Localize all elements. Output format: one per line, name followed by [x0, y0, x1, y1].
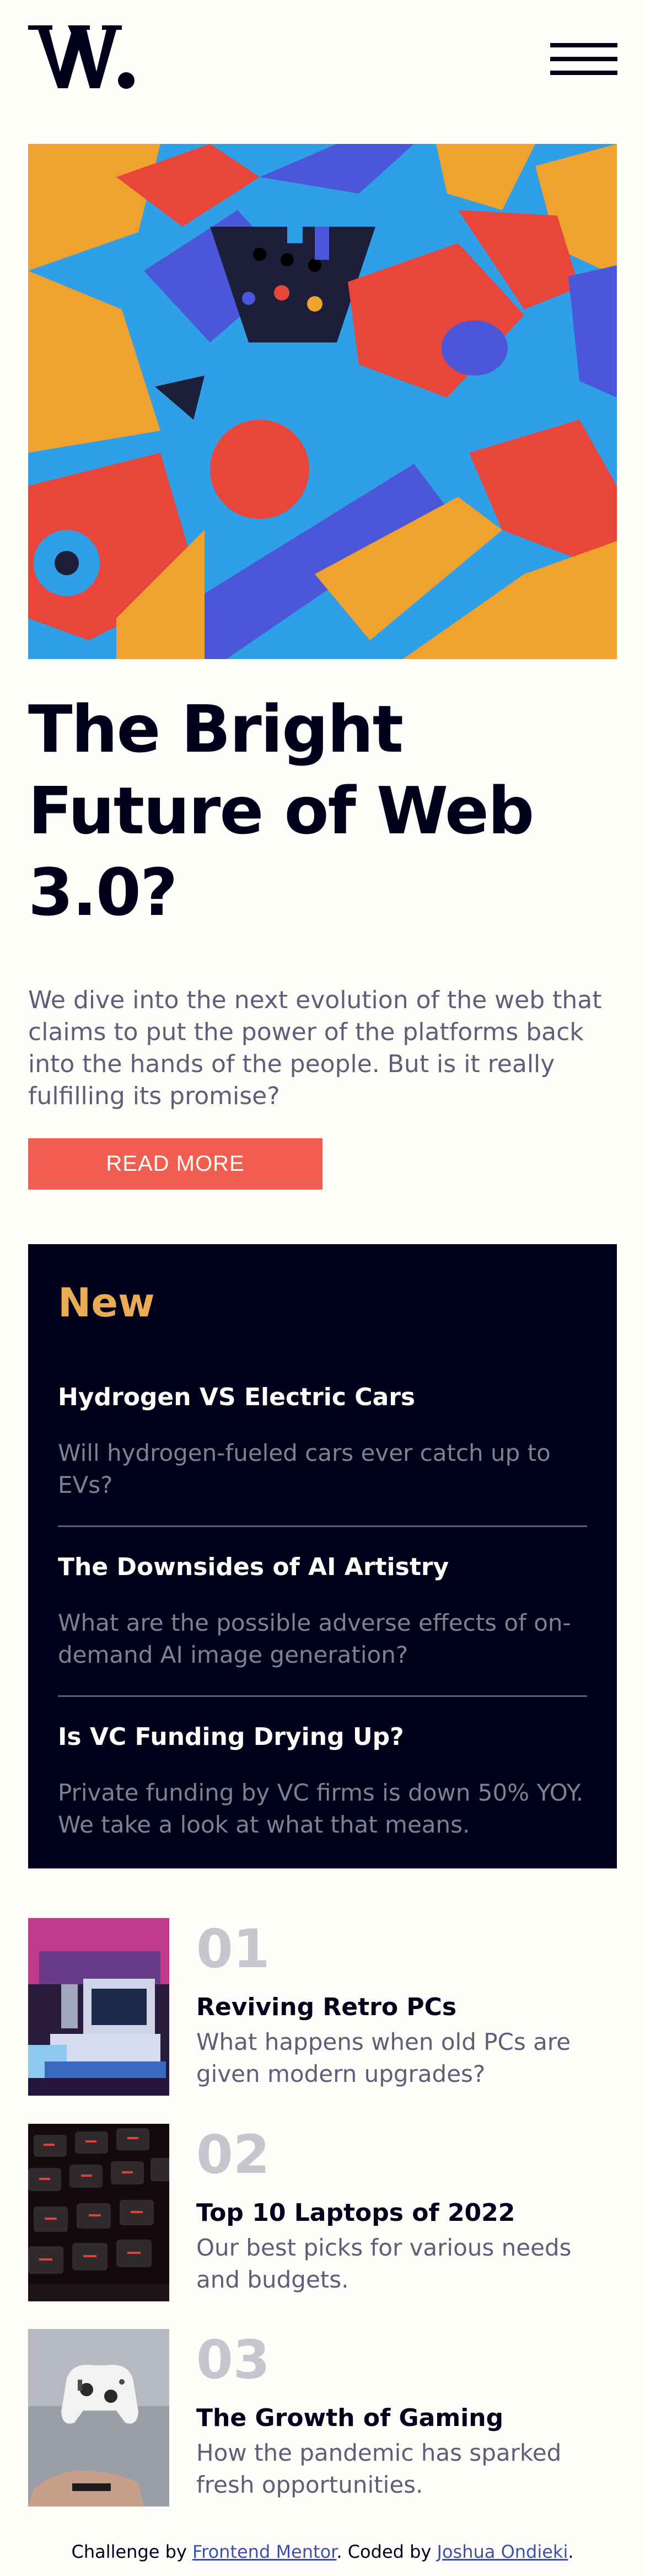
- article-number: 02: [196, 2124, 270, 2186]
- game-controller-photo: [28, 2329, 169, 2507]
- laptop-keyboard-photo: [28, 2124, 169, 2301]
- geometric-blocks-illustration: [28, 144, 617, 659]
- logo-icon[interactable]: [28, 22, 136, 92]
- article-title[interactable]: The Growth of Gaming: [196, 2403, 615, 2434]
- attribution: Challenge by Frontend Mentor. Coded by J…: [0, 2541, 645, 2562]
- new-item[interactable]: Hydrogen VS Electric Cars Will hydrogen-…: [58, 1382, 587, 1501]
- article-number: 01: [196, 1918, 270, 1980]
- new-item-text: Private funding by VC firms is down 50% …: [58, 1779, 584, 1838]
- new-articles-panel: New Hydrogen VS Electric Cars Will hydro…: [28, 1244, 617, 1868]
- new-item[interactable]: Is VC Funding Drying Up? Private funding…: [58, 1722, 587, 1841]
- new-item-text: What are the possible adverse effects of…: [58, 1609, 571, 1668]
- page-title: The Bright Future of Web 3.0?: [28, 691, 534, 930]
- article-thumbnail: [28, 1918, 169, 2096]
- article-title[interactable]: Reviving Retro PCs: [196, 1992, 615, 2023]
- attribution-prefix: Challenge by: [71, 2541, 193, 2562]
- author-link[interactable]: Joshua Ondieki: [437, 2541, 568, 2562]
- list-item: 03 The Growth of Gaming How the pandemic…: [28, 2329, 618, 2507]
- divider: [58, 1525, 587, 1527]
- hamburger-line: [550, 57, 617, 61]
- new-heading: New: [58, 1279, 155, 1326]
- new-item[interactable]: The Downsides of AI Artistry What are th…: [58, 1552, 587, 1671]
- attribution-suffix: .: [568, 2541, 574, 2562]
- new-item-text: Will hydrogen-fueled cars ever catch up …: [58, 1439, 551, 1498]
- retro-pc-photo: [28, 1918, 169, 2096]
- hero-description: We dive into the next evolution of the w…: [28, 986, 602, 1110]
- attribution-middle: . Coded by: [336, 2541, 437, 2562]
- article-text: Our best picks for various needs and bud…: [196, 2234, 572, 2293]
- new-item-title[interactable]: Is VC Funding Drying Up?: [58, 1722, 587, 1753]
- article-thumbnail: [28, 2329, 169, 2507]
- hero-image: [28, 144, 617, 659]
- list-item: 02 Top 10 Laptops of 2022 Our best picks…: [28, 2124, 618, 2301]
- new-item-title[interactable]: Hydrogen VS Electric Cars: [58, 1382, 587, 1413]
- article-number: 03: [196, 2329, 270, 2391]
- article-text: What happens when old PCs are given mode…: [196, 2028, 571, 2087]
- read-more-button[interactable]: READ MORE: [28, 1138, 322, 1190]
- menu-button[interactable]: [550, 43, 617, 75]
- hamburger-icon: [550, 43, 617, 47]
- article-text: How the pandemic has sparked fresh oppor…: [196, 2439, 562, 2498]
- divider: [58, 1695, 587, 1697]
- new-item-title[interactable]: The Downsides of AI Artistry: [58, 1552, 587, 1583]
- article-title[interactable]: Top 10 Laptops of 2022: [196, 2198, 615, 2229]
- list-item: 01 Reviving Retro PCs What happens when …: [28, 1918, 618, 2096]
- article-thumbnail: [28, 2124, 169, 2301]
- frontend-mentor-link[interactable]: Frontend Mentor: [192, 2541, 336, 2562]
- hamburger-line: [550, 71, 617, 75]
